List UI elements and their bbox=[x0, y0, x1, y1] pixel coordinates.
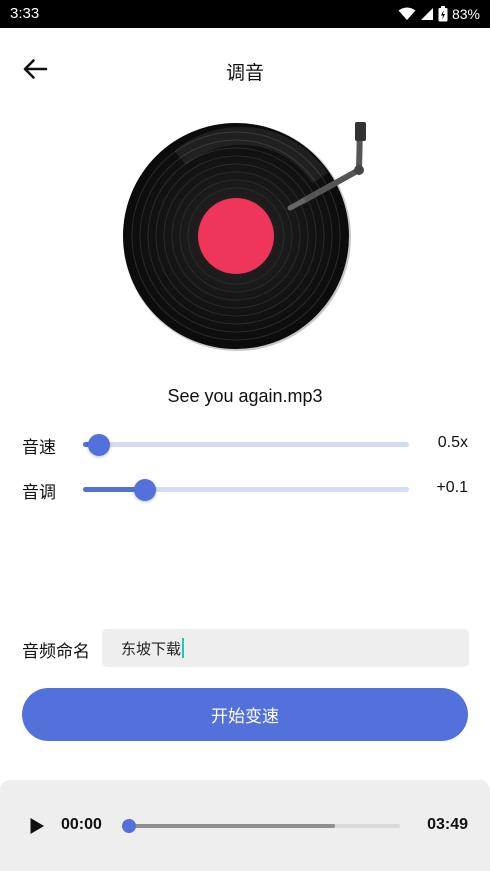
text-cursor bbox=[182, 638, 185, 658]
total-time: 03:49 bbox=[427, 816, 468, 833]
buffered-progress bbox=[129, 824, 335, 828]
status-time: 3:33 bbox=[10, 5, 40, 22]
vinyl-record-icon bbox=[123, 122, 366, 351]
audio-player: 00:00 03:49 bbox=[0, 780, 490, 871]
playback-thumb[interactable] bbox=[122, 819, 136, 833]
pitch-slider[interactable] bbox=[83, 478, 409, 501]
pitch-slider-row: 音调 +0.1 bbox=[0, 474, 490, 504]
speed-label: 音速 bbox=[22, 438, 56, 458]
wifi-icon bbox=[398, 7, 416, 20]
record-label bbox=[198, 198, 274, 274]
pitch-label: 音调 bbox=[22, 483, 56, 503]
song-name: See you again.mp3 bbox=[167, 386, 323, 406]
speed-slider-thumb[interactable] bbox=[88, 433, 111, 456]
start-conversion-button[interactable]: 开始变速 bbox=[22, 688, 468, 741]
status-bar: 3:33 83% bbox=[0, 0, 490, 28]
speed-value: 0.5x bbox=[437, 434, 468, 451]
play-icon bbox=[30, 818, 44, 834]
cellular-signal-icon bbox=[420, 8, 433, 20]
page-title: 调音 bbox=[225, 62, 264, 84]
battery-percent: 83% bbox=[451, 6, 480, 22]
audio-name-input[interactable]: 东坡下载 bbox=[102, 629, 469, 667]
pitch-value: +0.1 bbox=[436, 479, 468, 496]
battery-icon bbox=[438, 6, 448, 22]
current-time: 00:00 bbox=[61, 816, 102, 833]
status-icons: 83% bbox=[398, 4, 480, 24]
speed-slider[interactable] bbox=[83, 433, 409, 456]
speed-slider-row: 音速 0.5x bbox=[0, 429, 490, 459]
play-button[interactable] bbox=[24, 813, 50, 839]
audio-name-label: 音频命名 bbox=[22, 642, 90, 662]
pitch-slider-thumb[interactable] bbox=[133, 478, 156, 501]
playback-progress-bar[interactable] bbox=[122, 819, 400, 833]
audio-name-value: 东坡下载 bbox=[121, 639, 182, 658]
